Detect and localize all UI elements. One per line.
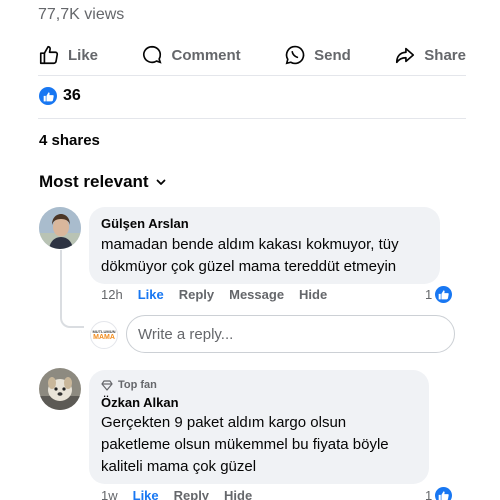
diamond-icon <box>101 380 113 391</box>
top-fan-badge: Top fan <box>101 379 417 391</box>
comment-reaction-count[interactable]: 1 <box>425 286 453 303</box>
like-reaction-icon <box>435 487 453 500</box>
send-button[interactable]: Send <box>284 44 351 66</box>
comment-text: Gerçekten 9 paket aldım kargo olsun pake… <box>101 412 417 478</box>
comment-label: Comment <box>171 46 241 64</box>
comment-bubble-icon <box>143 45 163 64</box>
page-avatar: MUTLUMUN MAMA <box>90 321 118 349</box>
page-avatar-text: MAMA <box>93 333 115 341</box>
comment-meta: 1w Like Reply Hide <box>101 488 267 500</box>
share-label: Share <box>424 46 466 64</box>
comment-text: mamadan bende aldım kakası kokmuyor, tüy… <box>101 234 428 278</box>
comment-bubble: Gülşen Arslan mamadan bende aldım kakası… <box>89 207 440 284</box>
like-reaction-icon <box>435 286 453 303</box>
comment-like-button[interactable]: Like <box>133 488 159 500</box>
views-count: 77,7K views <box>38 6 125 23</box>
comment-author[interactable]: Özkan Alkan <box>101 395 417 410</box>
like-button[interactable]: Like <box>38 44 98 66</box>
reply-input-placeholder: Write a reply... <box>138 325 234 343</box>
divider <box>38 75 466 76</box>
comment-text-line: Gerçekten 9 paket aldım kargo olsun <box>101 414 347 431</box>
comment-reply-button[interactable]: Reply <box>174 488 209 500</box>
comment-hide-button[interactable]: Hide <box>299 287 327 302</box>
comment-text-line: dökmüyor çok güzel mama tereddüt etmeyin <box>101 258 397 275</box>
sort-label: Most relevant <box>39 172 149 191</box>
like-label: Like <box>68 46 99 64</box>
avatar[interactable] <box>39 207 81 249</box>
comment-hide-button[interactable]: Hide <box>224 488 252 500</box>
comments-sort-dropdown[interactable]: Most relevant <box>39 172 167 192</box>
like-reaction-icon <box>39 87 57 105</box>
reaction-count-value: 1 <box>425 488 433 500</box>
reply-thread-line <box>60 250 84 328</box>
comment-message-button[interactable]: Message <box>229 287 284 302</box>
comment-time: 1w <box>101 488 118 500</box>
comment-text-line: mamadan bende aldım kakası kokmuyor, tüy <box>101 236 399 253</box>
divider <box>38 118 466 119</box>
comment-meta: 12h Like Reply Message Hide <box>101 287 342 302</box>
send-label: Send <box>314 46 351 64</box>
avatar[interactable] <box>39 368 81 410</box>
thumbs-up-icon <box>39 45 59 65</box>
comment-text-line: paketleme olsun mükemmel bu fiyata böyle <box>101 436 389 453</box>
comment-author[interactable]: Gülşen Arslan <box>101 216 428 231</box>
comment-time: 12h <box>101 287 123 302</box>
comment-reaction-count[interactable]: 1 <box>425 487 453 500</box>
share-button[interactable]: Share <box>394 44 466 66</box>
shares-count[interactable]: 4 shares <box>39 132 100 149</box>
comment-bubble: Top fan Özkan Alkan Gerçekten 9 paket al… <box>89 370 429 484</box>
reactions-count: 36 <box>63 87 81 104</box>
reaction-count-value: 1 <box>425 287 433 302</box>
reply-input[interactable]: Write a reply... <box>126 315 455 353</box>
share-arrow-icon <box>396 47 415 64</box>
reactions-summary[interactable]: 36 <box>39 87 81 105</box>
chevron-down-icon <box>156 179 165 185</box>
top-fan-label: Top fan <box>118 379 157 391</box>
whatsapp-icon <box>285 45 305 65</box>
comment-text-line: kaliteli mama çok güzel <box>101 458 257 475</box>
comment-button[interactable]: Comment <box>141 44 241 66</box>
comment-reply-button[interactable]: Reply <box>179 287 214 302</box>
post-actions-bar: Like Comment Send Share <box>38 38 466 72</box>
comment-like-button[interactable]: Like <box>138 287 164 302</box>
